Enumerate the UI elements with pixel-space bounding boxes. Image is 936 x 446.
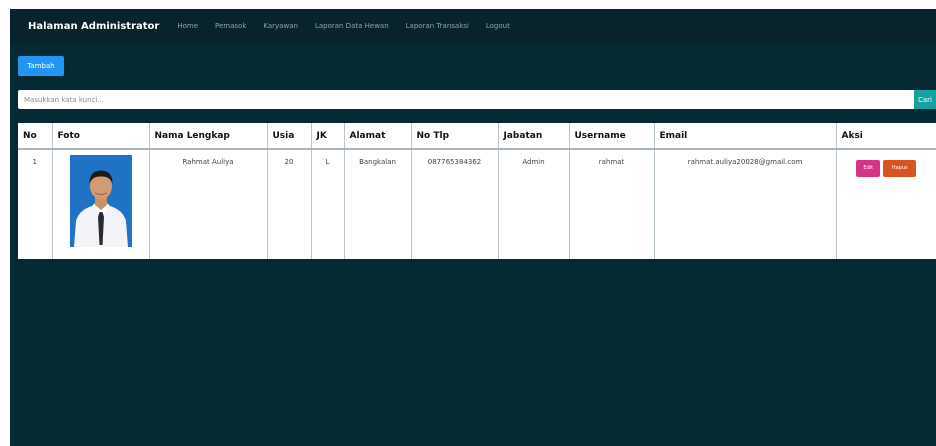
column-header-nama-lengkap: Nama Lengkap xyxy=(148,123,267,150)
cell-jk: L xyxy=(310,149,344,259)
navbar: Halaman Administrator Home Pemasok Karya… xyxy=(10,9,936,43)
edit-button[interactable]: Edit xyxy=(856,160,881,177)
cell-username: rahmat xyxy=(568,149,654,259)
search-bar: Cari xyxy=(18,90,936,109)
navbar-brand[interactable]: Halaman Administrator xyxy=(28,21,159,32)
cell-usia: 20 xyxy=(266,149,311,259)
nav-item-logout[interactable]: Logout xyxy=(486,22,510,30)
column-header-aksi: Aksi xyxy=(835,123,936,150)
cell-alamat: Bangkalan xyxy=(343,149,411,259)
cell-jabatan: Admin xyxy=(497,149,569,259)
cell-aksi: Edit Hapus xyxy=(835,149,936,259)
column-header-jk: JK xyxy=(310,123,344,150)
search-button[interactable]: Cari xyxy=(914,90,936,109)
nav-item-laporan-data-hewan[interactable]: Laporan Data Hewan xyxy=(315,22,389,30)
delete-button[interactable]: Hapus xyxy=(883,160,917,177)
nav-item-laporan-transaksi[interactable]: Laporan Transaksi xyxy=(406,22,469,30)
column-header-jabatan: Jabatan xyxy=(497,123,569,150)
cell-foto xyxy=(51,149,149,259)
add-button[interactable]: Tambah xyxy=(18,56,64,76)
column-header-username: Username xyxy=(568,123,654,150)
table-header-row: No Foto Nama Lengkap Usia JK Alamat No T… xyxy=(18,123,936,150)
employee-photo xyxy=(69,155,132,247)
column-header-alamat: Alamat xyxy=(343,123,411,150)
column-header-no: No xyxy=(18,123,52,150)
nav-item-pemasok[interactable]: Pemasok xyxy=(215,22,246,30)
column-header-no-tlp: No Tlp xyxy=(410,123,498,150)
cell-no-tlp: 087765384362 xyxy=(410,149,498,259)
column-header-usia: Usia xyxy=(266,123,311,150)
employee-table: No Foto Nama Lengkap Usia JK Alamat No T… xyxy=(18,123,936,259)
column-header-email: Email xyxy=(653,123,836,150)
table-row: 1 Rahmat Auliya 20 L Bangkalan 087765384… xyxy=(18,149,936,259)
column-header-foto: Foto xyxy=(51,123,149,150)
cell-email: rahmat.auliya20028@gmail.com xyxy=(653,149,836,259)
search-input[interactable] xyxy=(18,90,914,109)
cell-nama-lengkap: Rahmat Auliya xyxy=(148,149,267,259)
nav-item-karyawan[interactable]: Karyawan xyxy=(263,22,298,30)
cell-no: 1 xyxy=(32,158,37,166)
nav-item-home[interactable]: Home xyxy=(177,22,198,30)
admin-app: Halaman Administrator Home Pemasok Karya… xyxy=(10,9,936,446)
